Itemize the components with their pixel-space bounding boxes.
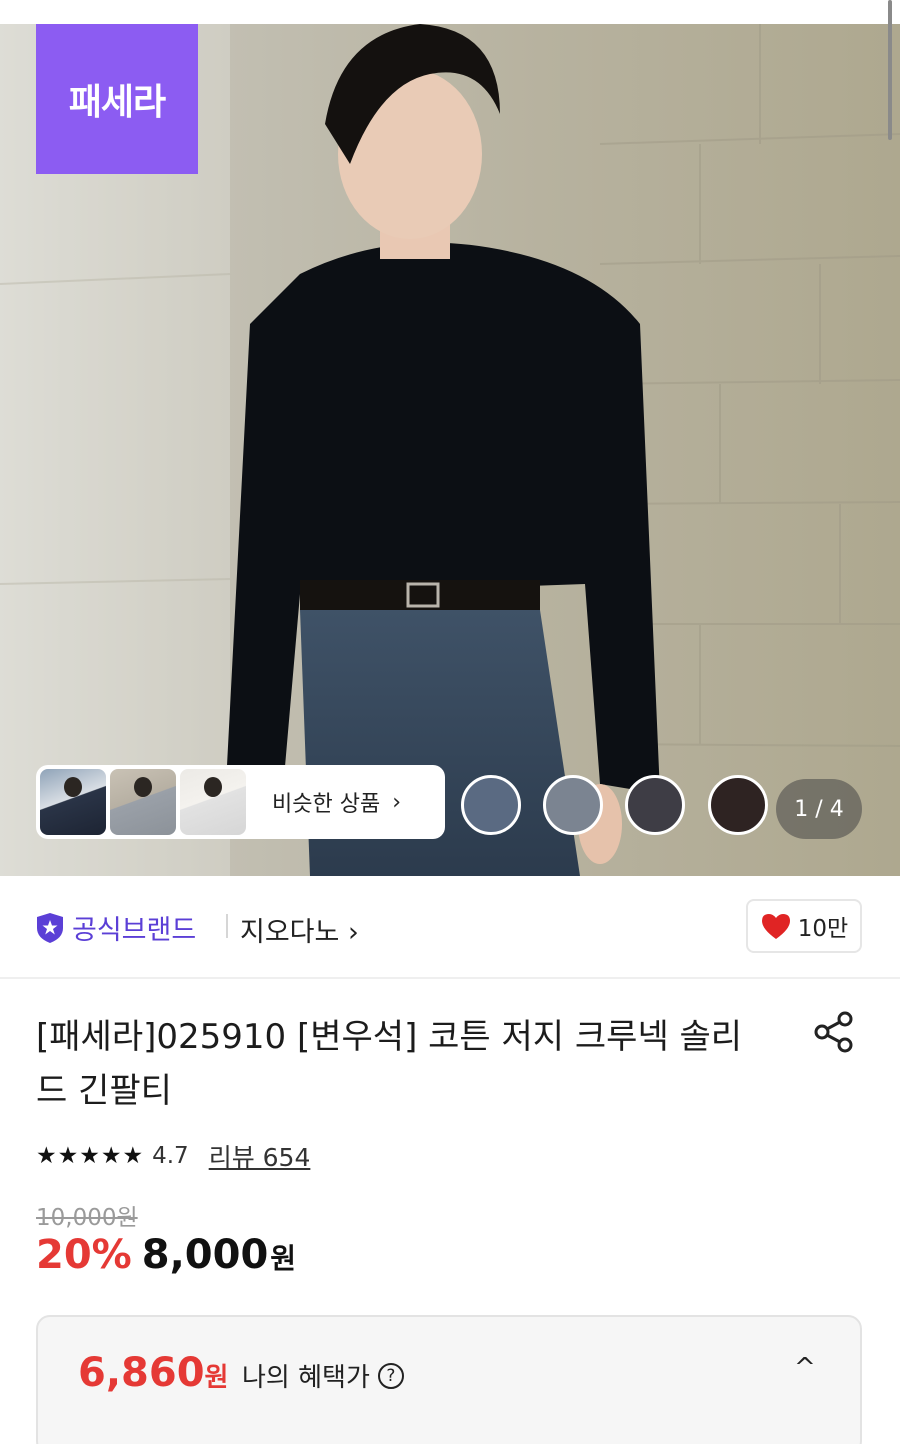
benefit-price-value: 6,860 (78, 1350, 205, 1396)
color-swatch-4[interactable] (708, 775, 768, 835)
similar-thumb-3[interactable] (180, 769, 246, 835)
official-brand-label: 공식브랜드 (72, 915, 197, 946)
help-icon[interactable]: ? (377, 1362, 404, 1389)
review-link[interactable]: 리뷰 654 (209, 1138, 311, 1174)
image-counter: 1 / 4 (776, 779, 862, 839)
sale-price-currency: 원 (270, 1242, 297, 1275)
brand-badge: 패세라 (36, 24, 198, 174)
benefit-price-currency: 원 (204, 1363, 229, 1393)
like-button[interactable]: 10만 (746, 899, 862, 953)
shield-star-icon (37, 912, 63, 943)
product-title-line-2: 드 긴팔티 (36, 1071, 172, 1111)
scrollbar[interactable] (888, 0, 892, 140)
rating-score: 4.7 (152, 1143, 189, 1169)
rating-row: ★★★★★ 4.7 리뷰 654 (36, 1138, 310, 1174)
color-swatch-2[interactable] (543, 775, 603, 835)
similar-thumb-1[interactable] (40, 769, 106, 835)
brand-name-link[interactable]: 지오다노 › (240, 910, 359, 949)
brand-row: 공식브랜드 지오다노 › 10만 (0, 876, 900, 979)
sale-price: 8,000 (141, 1232, 269, 1278)
divider (226, 914, 228, 938)
color-swatch-1[interactable] (461, 775, 521, 835)
official-brand-badge: 공식브랜드 (36, 908, 196, 947)
heart-icon (761, 914, 790, 939)
share-icon[interactable] (812, 1010, 856, 1054)
color-swatch-3[interactable] (625, 775, 685, 835)
price-row: 20% 8,000 원 (36, 1232, 296, 1278)
similar-products-button[interactable]: 비슷한 상품 › (36, 765, 445, 839)
similar-products-text: 비슷한 상품 (272, 792, 381, 817)
product-image-carousel[interactable]: 패세라 비슷한 상품 › 1 / 4 (0, 0, 900, 876)
similar-thumb-2[interactable] (110, 769, 176, 835)
benefit-price-panel[interactable]: 6,860원 나의 혜택가 ? ^ (36, 1315, 862, 1444)
discount-rate: 20% (36, 1232, 132, 1278)
benefit-price: 6,860원 (78, 1350, 228, 1396)
product-title-line-1: [패세라]025910 [변우석] 코튼 저지 크루넥 솔리 (36, 1017, 743, 1057)
rating-stars: ★★★★★ (36, 1143, 145, 1169)
chevron-up-icon[interactable]: ^ (794, 1353, 816, 1383)
similar-products-label: 비슷한 상품 › (272, 786, 401, 818)
original-price: 10,000원 (36, 1205, 138, 1231)
product-title: [패세라]025910 [변우석] 코튼 저지 크루넥 솔리 드 긴팔티 (36, 1010, 796, 1118)
benefit-label-group: 나의 혜택가 ? (242, 1357, 404, 1394)
chevron-right-icon: › (392, 789, 402, 815)
like-count: 10만 (797, 916, 849, 942)
status-bar-strip (0, 0, 900, 24)
benefit-label: 나의 혜택가 (242, 1363, 370, 1393)
